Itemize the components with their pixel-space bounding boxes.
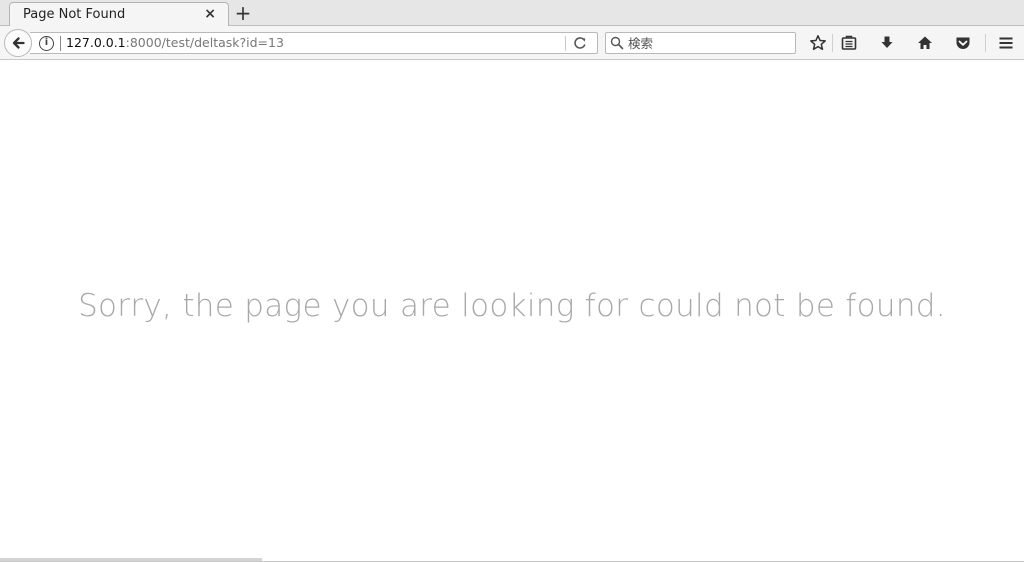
- toolbar-separator: [832, 34, 833, 52]
- navigation-toolbar: i 127.0.0.1:8000/test/deltask?id=13: [0, 26, 1024, 60]
- reload-icon[interactable]: [572, 35, 588, 51]
- url-separator: [60, 36, 61, 51]
- url-bar[interactable]: i 127.0.0.1:8000/test/deltask?id=13: [30, 32, 598, 54]
- url-path: :8000/test/deltask?id=13: [125, 35, 284, 50]
- error-message: Sorry, the page you are looking for coul…: [78, 288, 946, 324]
- search-input[interactable]: [628, 34, 793, 52]
- toolbar-separator: [985, 34, 986, 52]
- reading-list-icon[interactable]: [837, 31, 861, 55]
- menu-icon[interactable]: [994, 31, 1018, 55]
- back-arrow-icon: [12, 37, 25, 49]
- tab-title: Page Not Found: [23, 7, 126, 22]
- search-box[interactable]: [605, 32, 796, 54]
- tab-active[interactable]: Page Not Found ×: [9, 2, 229, 26]
- close-icon[interactable]: ×: [204, 6, 216, 22]
- reload-separator: [565, 36, 566, 51]
- tab-strip: Page Not Found × +: [0, 0, 1024, 26]
- search-icon: [610, 36, 624, 50]
- pocket-icon[interactable]: [951, 31, 975, 55]
- star-bookmark-icon[interactable]: [806, 31, 830, 55]
- url-text[interactable]: 127.0.0.1:8000/test/deltask?id=13: [66, 35, 284, 50]
- download-icon[interactable]: [875, 31, 899, 55]
- new-tab-button[interactable]: +: [234, 2, 252, 24]
- info-icon[interactable]: i: [39, 36, 54, 51]
- url-host: 127.0.0.1: [66, 35, 126, 50]
- home-icon[interactable]: [913, 31, 937, 55]
- back-button[interactable]: [4, 29, 32, 57]
